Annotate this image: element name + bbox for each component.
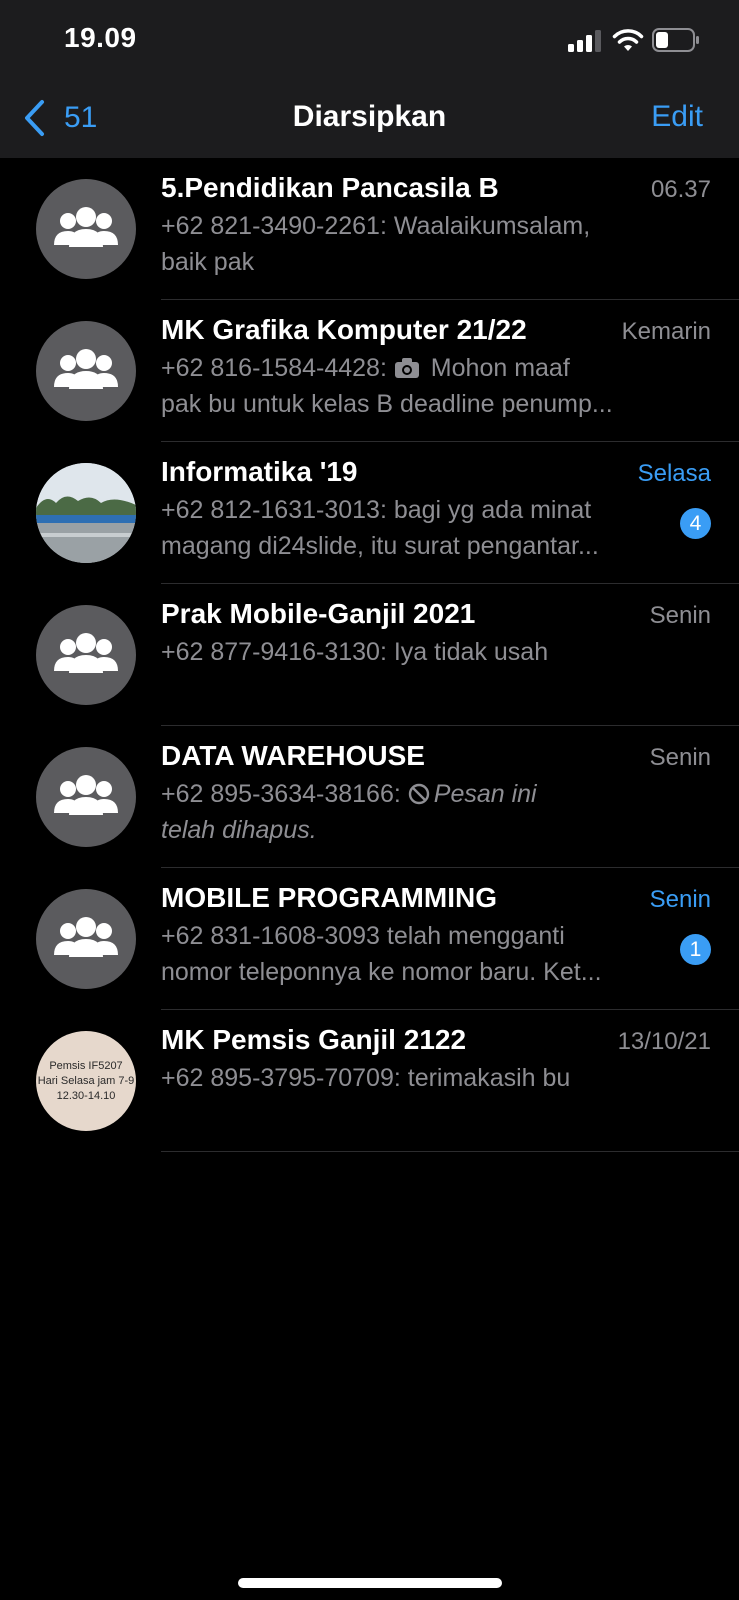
message-text-continued: nomor teleponnya ke nomor baru. Ket... — [161, 958, 602, 986]
chat-preview: +62 816-1584-4428: Mohon maaf pak bu unt… — [161, 350, 659, 422]
message-text-continued: magang di24slide, itu surat pengantar... — [161, 532, 599, 560]
chat-time: Senin — [649, 744, 711, 771]
avatar-text-line: Hari Selasa jam 7-9 — [37, 1075, 135, 1087]
chat-row[interactable]: Prak Mobile-Ganjil 2021 Senin +62 877-94… — [0, 584, 739, 726]
edit-button[interactable]: Edit — [651, 100, 703, 134]
camera-icon — [394, 358, 419, 378]
chat-row[interactable]: 5.Pendidikan Pancasila B 06.37 +62 821-3… — [0, 158, 739, 300]
message-text: : bagi yg ada minat — [379, 496, 592, 524]
avatar — [36, 889, 136, 989]
group-icon — [54, 207, 118, 247]
chat-name: MOBILE PROGRAMMING — [161, 882, 497, 913]
chat-row[interactable]: Pemsis IF5207 Hari Selasa jam 7-9 12.30-… — [0, 1010, 739, 1152]
chat-preview: +62 812-1631-3013: bagi yg ada minat mag… — [161, 492, 659, 564]
chat-preview: +62 831-1608-3093 telah mengganti nomor … — [161, 918, 659, 990]
chat-preview: +62 895-3795-70709: terimakasih bu — [161, 1060, 659, 1096]
chat-time: 06.37 — [650, 176, 711, 203]
chat-preview: +62 877-9416-3130: Iya tidak usah — [161, 634, 659, 670]
chat-name: MK Pemsis Ganjil 2122 — [161, 1024, 467, 1055]
chat-time: Senin — [649, 602, 711, 629]
message-text-continued: telah dihapus. — [161, 816, 317, 844]
message-text: +62 831-1608-3093 telah mengganti — [161, 922, 565, 950]
message-text-continued: pak bu untuk kelas B deadline penump... — [161, 390, 613, 418]
chat-preview: +62 821-3490-2261: Waalaikumsalam, baik … — [161, 208, 659, 280]
sender: +62 895-3634-38166 — [161, 780, 394, 808]
sender: +62 877-9416-3130 — [161, 638, 380, 666]
avatar: Pemsis IF5207 Hari Selasa jam 7-9 12.30-… — [36, 1031, 136, 1131]
avatar — [36, 179, 136, 279]
prohibited-icon — [408, 783, 429, 805]
chat-time: Kemarin — [621, 318, 711, 345]
chat-name: MK Grafika Komputer 21/22 — [161, 314, 527, 345]
chat-time: Senin — [649, 886, 711, 913]
sender: +62 812-1631-3013 — [161, 496, 380, 524]
unread-count-badge: 1 — [680, 934, 711, 965]
group-icon — [54, 775, 118, 815]
avatar-text-line: Pemsis IF5207 — [49, 1060, 123, 1072]
page-title: Diarsipkan — [292, 100, 447, 133]
group-icon — [54, 633, 118, 673]
chat-preview: +62 895-3634-38166: Pesan ini telah diha… — [161, 776, 659, 848]
chat-row[interactable]: MOBILE PROGRAMMING Senin +62 831-1608-30… — [0, 868, 739, 1010]
wifi-icon — [612, 29, 644, 51]
battery-icon — [652, 28, 699, 52]
avatar — [36, 463, 136, 563]
group-icon — [54, 917, 118, 957]
avatar — [36, 321, 136, 421]
message-text: Mohon maaf — [423, 354, 570, 382]
message-text: : Iya tidak usah — [379, 638, 549, 666]
message-text: : terimakasih bu — [393, 1064, 571, 1092]
sender: +62 821-3490-2261 — [161, 212, 380, 240]
sender: +62 816-1584-4428 — [161, 354, 380, 382]
message-text: : Waalaikumsalam, — [379, 212, 591, 240]
cellular-signal-icon — [568, 30, 601, 52]
chat-row[interactable]: MK Grafika Komputer 21/22 Kemarin +62 81… — [0, 300, 739, 442]
chat-row[interactable]: DATA WAREHOUSE Senin +62 895-3634-38166:… — [0, 726, 739, 868]
chat-name: DATA WAREHOUSE — [161, 740, 425, 771]
avatar — [36, 605, 136, 705]
chat-name: Prak Mobile-Ganjil 2021 — [161, 598, 476, 629]
message-text-continued: baik pak — [161, 248, 255, 276]
avatar-sticker-text: Pemsis IF5207 Hari Selasa jam 7-9 12.30-… — [36, 1059, 136, 1104]
group-icon — [54, 349, 118, 389]
navigation-bar: 51 Diarsipkan Edit — [0, 80, 739, 158]
avatar-text-line: 12.30-14.10 — [56, 1090, 116, 1102]
avatar — [36, 747, 136, 847]
row-divider — [161, 1151, 739, 1152]
chat-name: 5.Pendidikan Pancasila B — [161, 172, 499, 203]
home-indicator[interactable] — [238, 1578, 502, 1588]
message-text: Pesan ini — [433, 780, 537, 808]
chat-time: Selasa — [637, 460, 711, 487]
status-bar: 19.09 — [0, 0, 739, 80]
chat-time: 13/10/21 — [617, 1028, 711, 1055]
status-time: 19.09 — [64, 22, 137, 53]
archived-chat-list: 5.Pendidikan Pancasila B 06.37 +62 821-3… — [0, 158, 739, 1152]
chat-name: Informatika '19 — [161, 456, 358, 487]
unread-count-badge: 4 — [680, 508, 711, 539]
chat-row[interactable]: Informatika '19 Selasa +62 812-1631-3013… — [0, 442, 739, 584]
sender: +62 895-3795-70709 — [161, 1064, 394, 1092]
photo-avatar-icon — [36, 463, 136, 563]
